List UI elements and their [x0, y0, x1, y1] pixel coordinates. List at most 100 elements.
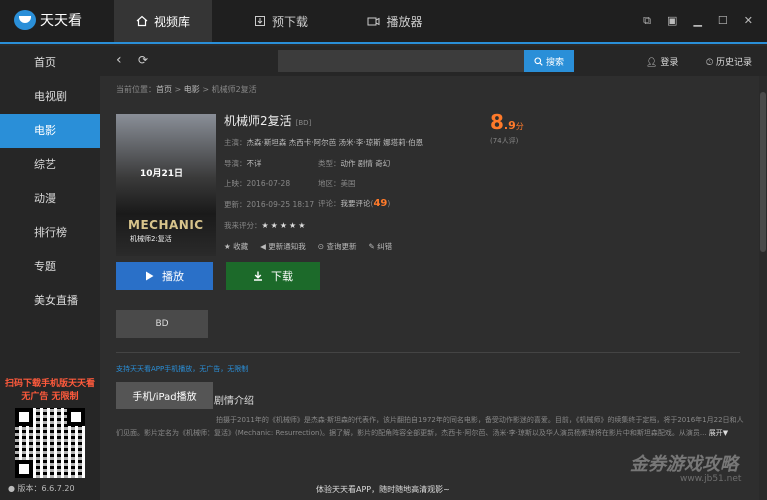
version-label: ● 版本：6.6.7.20 — [8, 484, 75, 493]
logo-icon — [14, 10, 36, 30]
my-rating-row: 我来评分：★★★★★ — [224, 221, 308, 230]
sidebar-item-variety[interactable]: 综艺 — [0, 148, 100, 182]
poster-title: MECHANIC — [128, 218, 204, 232]
divider — [116, 352, 740, 353]
main-content: ‹ ⟳ 搜索 👤︎ 登录 🕓︎ 历史记录 当前位置：首页 > 电影 > 机械师2… — [100, 46, 767, 500]
intro-heading: 剧情介绍 — [214, 396, 254, 407]
sidebar-item-label: 综艺 — [34, 158, 56, 171]
app-note[interactable]: 支持天天看APP手机播放，无广告，无限制 — [116, 364, 248, 374]
update-row: 更新：2016-09-25 18:17 — [224, 200, 315, 209]
comment-link[interactable]: 我要评论 — [341, 199, 371, 208]
maximize-icon[interactable]: ☐ — [718, 14, 728, 28]
sidebar-item-ranking[interactable]: 排行榜 — [0, 216, 100, 250]
close-icon[interactable]: ✕ — [744, 14, 753, 28]
play-button[interactable]: 播放 — [116, 262, 213, 290]
region-row: 地区：美国 — [318, 179, 356, 188]
user-icon: 👤︎ — [646, 58, 658, 68]
download-icon — [254, 271, 262, 281]
type-value[interactable]: 动作 剧情 奇幻 — [341, 159, 391, 168]
expand-link[interactable]: 展开▼ — [709, 429, 728, 437]
promo-line-1: 扫码下载手机版天天看 — [4, 379, 95, 389]
breadcrumb-current: 机械师2复活 — [211, 85, 257, 94]
tab-label: 视频库 — [153, 14, 190, 29]
app-promo: 扫码下载手机版天天看 无广告 无限制 — [0, 376, 100, 478]
minimize-icon[interactable]: ▁ — [693, 14, 701, 28]
play-icon — [146, 271, 154, 281]
home-icon — [136, 15, 148, 27]
sidebar-item-label: 专题 — [34, 260, 56, 273]
mobile-play-button[interactable]: 手机/iPad播放 — [116, 382, 213, 409]
info-icon: ● — [8, 484, 15, 493]
tab-pre-download[interactable]: 预下载 — [232, 0, 330, 42]
source-bd-button[interactable]: BD — [116, 310, 208, 338]
watermark-text: 金券游戏攻略 — [630, 454, 738, 475]
sidebar-item-topics[interactable]: 专题 — [0, 250, 100, 284]
vote-count: (74人评) — [490, 137, 519, 145]
wrench-icon: ✎ — [368, 242, 375, 251]
breadcrumb: 当前位置：首页 > 电影 > 机械师2复活 — [116, 85, 257, 94]
search-button[interactable]: 搜索 — [524, 50, 574, 72]
sidebar-item-label: 美女直播 — [34, 294, 78, 307]
cast-value[interactable]: 杰森·斯坦森 杰西卡·阿尔芭 汤米·李·琼斯 娜塔莉·伯恩 — [247, 138, 424, 147]
watermark-url: www.jb51.net — [680, 474, 742, 484]
director-row: 导演：不详 — [224, 159, 262, 168]
scrollbar-thumb[interactable] — [760, 92, 766, 252]
window-controls: ⧉ ▣ ▁ ☐ ✕ — [643, 14, 753, 28]
check-update-link[interactable]: ⊙ 查询更新 — [318, 241, 357, 252]
sidebar-item-anime[interactable]: 动漫 — [0, 182, 100, 216]
menu-icon[interactable]: ▣ — [667, 14, 677, 28]
history-link[interactable]: 🕓︎ 历史记录 — [706, 55, 752, 68]
tab-label: 播放器 — [386, 14, 423, 29]
app-logo: 天天看 — [14, 10, 82, 30]
speaker-icon: ◀︎ — [260, 242, 266, 251]
sidebar-item-live[interactable]: 美女直播 — [0, 284, 100, 318]
movie-title: 机械师2复活 [BD] — [224, 114, 312, 128]
scrollbar[interactable] — [759, 76, 767, 500]
search-input[interactable] — [278, 50, 524, 72]
sidebar-item-home[interactable]: 首页 — [0, 46, 100, 80]
download-icon — [254, 16, 265, 26]
sidebar-item-label: 电影 — [34, 124, 56, 137]
sidebar: 首页 电视剧 电影 综艺 动漫 排行榜 专题 美女直播 扫码下载手机版天天看 无… — [0, 46, 100, 500]
notify-link[interactable]: ◀︎ 更新通知我 — [260, 241, 306, 252]
tab-video-library[interactable]: 视频库 — [114, 0, 212, 42]
sidebar-item-tv[interactable]: 电视剧 — [0, 80, 100, 114]
nav-bar: ‹ ⟳ 搜索 👤︎ 登录 🕓︎ 历史记录 — [100, 46, 767, 76]
type-row: 类型：动作 剧情 奇幻 — [318, 159, 391, 168]
comment-row: 评论：我要评论(49) — [318, 198, 391, 209]
promo-line-2: 无广告 无限制 — [21, 392, 79, 402]
mini-mode-icon[interactable]: ⧉ — [643, 14, 651, 28]
poster-subtitle: 机械师2:复活 — [130, 235, 172, 243]
refresh-icon[interactable]: ⟳ — [138, 53, 148, 67]
score: 8.9分 — [490, 110, 524, 134]
tab-player[interactable]: 播放器 — [346, 0, 444, 42]
action-links: ★ 收藏 ◀︎ 更新通知我 ⊙ 查询更新 ✎ 纠错 — [224, 241, 392, 252]
breadcrumb-category[interactable]: 电影 — [184, 85, 200, 94]
sidebar-item-label: 电视剧 — [34, 90, 67, 103]
sidebar-item-movie[interactable]: 电影 — [0, 114, 100, 148]
video-player-icon — [367, 17, 380, 25]
comment-count: 49 — [373, 198, 388, 209]
sidebar-item-label: 排行榜 — [34, 226, 67, 239]
tab-label: 预下载 — [271, 14, 308, 29]
breadcrumb-home[interactable]: 首页 — [156, 85, 172, 94]
back-arrow-icon[interactable]: ‹ — [116, 52, 122, 68]
search-button-label: 搜索 — [545, 57, 564, 68]
sidebar-item-label: 动漫 — [34, 192, 56, 205]
favorite-link[interactable]: ★ 收藏 — [224, 241, 248, 252]
cast-row: 主演：杰森·斯坦森 杰西卡·阿尔芭 汤米·李·琼斯 娜塔莉·伯恩 — [224, 138, 424, 147]
poster-date: 10月21日 — [140, 169, 184, 179]
intro-text: 拍摄于2011年的《机械师》是杰森·斯坦森的代表作，该片翻拍自1972年的同名电… — [116, 416, 744, 437]
sidebar-item-label: 首页 — [34, 56, 56, 69]
rating-stars[interactable]: ★★★★★ — [262, 221, 308, 230]
release-row: 上映：2016-07-28 — [224, 179, 291, 188]
quality-tag: [BD] — [295, 119, 312, 127]
search-icon — [534, 56, 543, 66]
report-error-link[interactable]: ✎ 纠错 — [368, 241, 392, 252]
clock-icon: 🕓︎ — [706, 58, 714, 68]
login-link[interactable]: 👤︎ 登录 — [646, 55, 678, 68]
search-icon: ⊙ — [317, 242, 325, 251]
download-button[interactable]: 下载 — [226, 262, 320, 290]
movie-poster: 10月21日 MECHANIC 机械师2:复活 — [116, 114, 216, 256]
app-name: 天天看 — [40, 13, 82, 29]
